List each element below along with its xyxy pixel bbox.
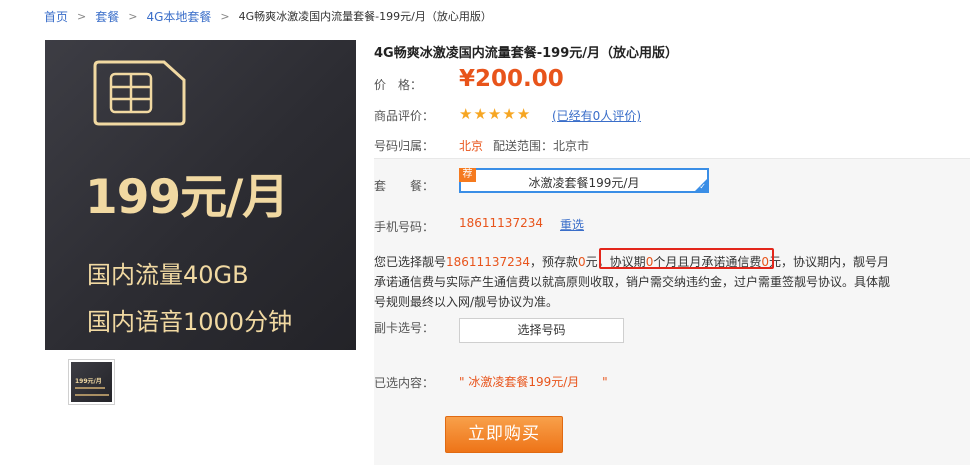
- hero-voice-text: 国内语音1000分钟: [87, 308, 293, 336]
- breadcrumb-current: 4G畅爽冰激凌国内流量套餐-199元/月（放心用版）: [238, 10, 492, 23]
- location-info: 北京 配送范围：北京市: [459, 137, 589, 154]
- rating-stars: ★ ★ ★ ★ ★: [459, 106, 530, 122]
- product-thumbnail[interactable]: 199元/月: [68, 359, 115, 405]
- star-icon: ★: [502, 105, 516, 123]
- review-count-link[interactable]: (已经有0人评价): [552, 107, 641, 124]
- package-option-selected[interactable]: 荐 冰激凌套餐199元/月 ✓: [459, 168, 709, 193]
- hero-price-text: 199元/月: [85, 170, 289, 225]
- highlight-box: [599, 248, 774, 269]
- select-number-button[interactable]: 选择号码: [459, 318, 624, 343]
- star-icon: ★: [473, 105, 487, 123]
- product-title: 4G畅爽冰激凌国内流量套餐-199元/月（放心用版）: [374, 46, 678, 61]
- chevron-right-icon: >: [128, 9, 138, 23]
- location-city: 北京: [459, 139, 484, 153]
- phone-number: 18611137234: [459, 216, 543, 230]
- thumbnail-price-text: 199元/月: [75, 378, 102, 385]
- sim-card-icon: [93, 60, 186, 126]
- chosen-label: 已选内容：: [374, 376, 435, 390]
- delivery-range: 配送范围：北京市: [493, 139, 590, 153]
- breadcrumb-home-link[interactable]: 首页: [44, 8, 68, 25]
- breadcrumb-4g-local-link[interactable]: 4G本地套餐: [146, 8, 211, 25]
- location-label: 号码归属：: [374, 139, 435, 153]
- phone-label: 手机号码：: [374, 220, 435, 234]
- thumbnail-line: [75, 387, 105, 389]
- package-label: 套 餐：: [374, 179, 435, 193]
- star-icon: ★: [516, 105, 531, 123]
- star-icon: ★: [459, 105, 473, 123]
- reselect-link[interactable]: 重选: [560, 216, 584, 233]
- buy-now-button[interactable]: 立即购买: [445, 416, 563, 453]
- thumbnail-line: [75, 394, 109, 396]
- hero-data-text: 国内流量40GB: [87, 261, 249, 289]
- chosen-value: " 冰激凌套餐199元/月 ": [459, 375, 608, 389]
- check-icon: ✓: [699, 182, 706, 191]
- package-option-label: 冰激凌套餐199元/月: [528, 176, 640, 190]
- breadcrumb-package-link[interactable]: 套餐: [95, 8, 119, 25]
- product-price: ¥200.00: [459, 66, 564, 92]
- subcard-label: 副卡选号：: [374, 321, 435, 335]
- breadcrumb: 首页 > 套餐 > 4G本地套餐 > 4G畅爽冰激凌国内流量套餐-199元/月（…: [44, 8, 492, 24]
- price-label: 价 格：: [374, 78, 423, 92]
- star-icon: ★: [487, 105, 502, 123]
- rating-label: 商品评价：: [374, 109, 435, 123]
- chevron-right-icon: >: [77, 9, 87, 23]
- chevron-right-icon: >: [220, 9, 230, 23]
- product-main-image: 199元/月 国内流量40GB 国内语音1000分钟: [45, 40, 356, 350]
